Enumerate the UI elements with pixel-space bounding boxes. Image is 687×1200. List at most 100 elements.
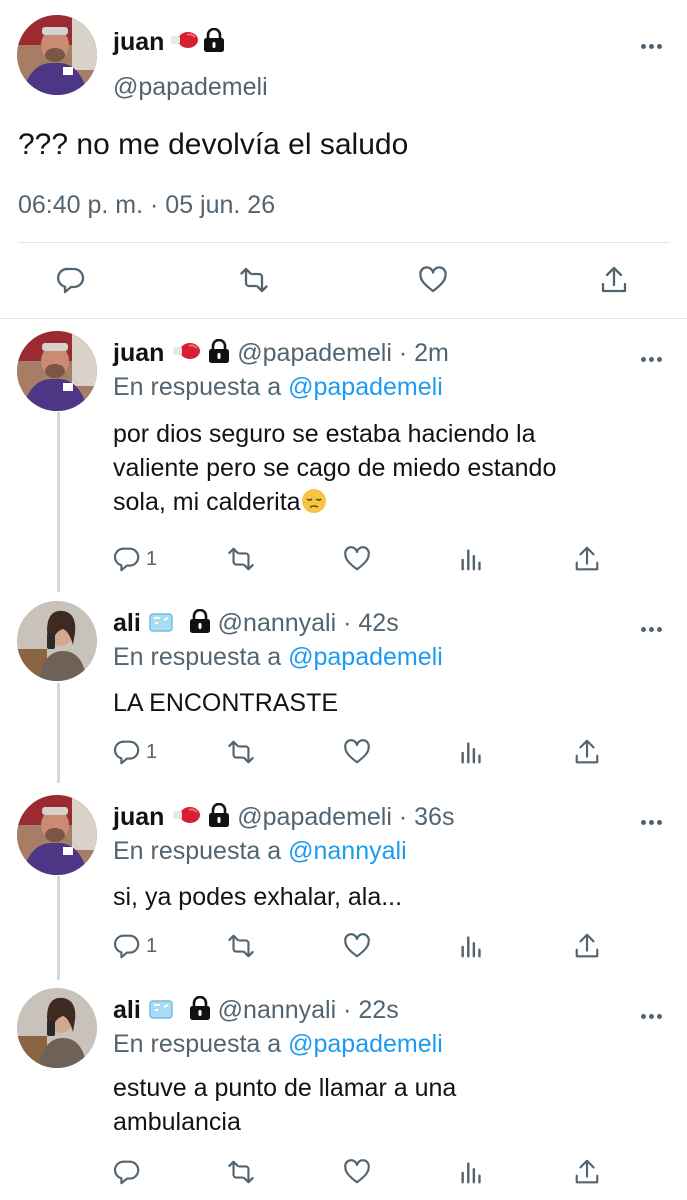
author-handle[interactable]: @papademeli xyxy=(113,73,268,102)
more-icon[interactable] xyxy=(641,812,667,825)
share-button[interactable] xyxy=(599,265,629,295)
reply-time[interactable]: · 36s xyxy=(399,803,455,831)
reply-context: En respuesta a @papademeli xyxy=(113,1030,443,1059)
author-handle[interactable]: @papademeli xyxy=(237,339,392,367)
reply-text-line: estuve a punto de llamar a una xyxy=(113,1074,457,1102)
avatar-juan[interactable] xyxy=(17,795,97,875)
share-button[interactable] xyxy=(573,932,601,960)
reply-count: 1 xyxy=(146,935,158,957)
reply-time[interactable]: · 2m xyxy=(399,339,449,367)
avatar-juan-image xyxy=(17,795,97,875)
views-button[interactable] xyxy=(458,738,486,766)
reply-context: En respuesta a @papademeli xyxy=(113,373,443,402)
reply-button[interactable] xyxy=(113,932,141,960)
more-icon[interactable] xyxy=(641,36,667,49)
reply-icon xyxy=(113,1158,141,1186)
like-button[interactable] xyxy=(343,1158,371,1186)
retweet-button[interactable] xyxy=(227,545,255,573)
reply-to-link[interactable]: @papademeli xyxy=(288,643,443,671)
more-icon[interactable] xyxy=(641,619,667,632)
reply-count: 1 xyxy=(146,548,158,570)
reply-to-link[interactable]: @papademeli xyxy=(288,1030,443,1058)
reply-time[interactable]: · 22s xyxy=(343,996,399,1024)
author-name[interactable]: ali xyxy=(113,609,141,637)
retweet-button[interactable] xyxy=(227,932,255,960)
avatar-juan-image xyxy=(17,15,97,95)
reply-context: En respuesta a @nannyali xyxy=(113,837,407,866)
avatar-ali[interactable] xyxy=(17,601,97,681)
retweet-button[interactable] xyxy=(239,265,269,295)
reply-text-line: por dios seguro se estaba haciendo la xyxy=(113,420,536,448)
like-icon xyxy=(343,738,371,766)
thread-line xyxy=(57,412,60,592)
boxing-glove-icon xyxy=(169,30,199,50)
retweet-icon xyxy=(239,265,269,295)
lock-icon xyxy=(203,28,225,52)
reply-header: ali @nannyali · 42s xyxy=(113,607,399,639)
ice-cube-icon xyxy=(148,998,174,1020)
author-name[interactable]: juan xyxy=(113,803,164,831)
like-icon xyxy=(343,1158,371,1186)
tweet-timestamp[interactable]: 06:40 p. m. · 05 jun. 26 xyxy=(18,191,275,220)
reply-text: LA ENCONTRASTE xyxy=(113,686,338,720)
like-button[interactable] xyxy=(418,265,448,295)
like-button[interactable] xyxy=(343,738,371,766)
reply-button[interactable] xyxy=(113,1158,141,1186)
reply-icon xyxy=(113,932,141,960)
reply-text: si, ya podes exhalar, ala... xyxy=(113,880,402,914)
avatar-ali[interactable] xyxy=(17,988,97,1068)
reply-context-label: En respuesta a xyxy=(113,1030,282,1058)
more-icon[interactable] xyxy=(641,349,667,362)
reply-button[interactable] xyxy=(113,545,141,573)
reply-context-label: En respuesta a xyxy=(113,373,282,401)
share-icon xyxy=(573,545,601,573)
reply-time[interactable]: · 42s xyxy=(343,609,399,637)
author-name: juan xyxy=(113,28,165,56)
reply-text-segment: sola, mi calderita xyxy=(113,488,301,516)
divider xyxy=(18,242,670,243)
views-icon xyxy=(458,932,486,960)
avatar-juan[interactable] xyxy=(17,15,97,95)
views-icon xyxy=(458,545,486,573)
reply-text-line: sola, mi calderita xyxy=(113,485,556,519)
author-name[interactable]: juan xyxy=(113,339,164,367)
reply-text: estuve a punto de llamar a una ambulanci… xyxy=(113,1071,456,1139)
reply-text-line: LA ENCONTRASTE xyxy=(113,689,339,717)
share-button[interactable] xyxy=(573,738,601,766)
reply-to-link[interactable]: @papademeli xyxy=(288,373,443,401)
avatar-ali-image xyxy=(17,988,97,1068)
lock-icon xyxy=(208,339,230,363)
like-icon xyxy=(343,545,371,573)
like-button[interactable] xyxy=(343,932,371,960)
lock-icon xyxy=(208,803,230,827)
divider xyxy=(0,318,687,319)
share-button[interactable] xyxy=(573,545,601,573)
lock-icon xyxy=(189,996,211,1020)
retweet-icon xyxy=(227,932,255,960)
more-icon[interactable] xyxy=(641,1006,667,1019)
retweet-button[interactable] xyxy=(227,1158,255,1186)
reply-button[interactable] xyxy=(113,738,141,766)
retweet-icon xyxy=(227,738,255,766)
lock-icon xyxy=(189,609,211,633)
main-author[interactable]: juan xyxy=(113,26,225,58)
reply-context-label: En respuesta a xyxy=(113,643,282,671)
boxing-glove-icon xyxy=(171,341,201,361)
like-button[interactable] xyxy=(343,545,371,573)
reply-to-link[interactable]: @nannyali xyxy=(288,837,407,865)
author-handle[interactable]: @nannyali xyxy=(218,996,337,1024)
views-button[interactable] xyxy=(458,1158,486,1186)
thread-line xyxy=(57,683,60,783)
avatar-juan[interactable] xyxy=(17,331,97,411)
reply-button[interactable] xyxy=(56,265,86,295)
author-handle[interactable]: @nannyali xyxy=(218,609,337,637)
views-icon xyxy=(458,1158,486,1186)
views-button[interactable] xyxy=(458,932,486,960)
like-icon xyxy=(343,932,371,960)
retweet-button[interactable] xyxy=(227,738,255,766)
share-button[interactable] xyxy=(573,1158,601,1186)
author-handle[interactable]: @papademeli xyxy=(237,803,392,831)
author-name[interactable]: ali xyxy=(113,996,141,1024)
retweet-icon xyxy=(227,1158,255,1186)
views-button[interactable] xyxy=(458,545,486,573)
